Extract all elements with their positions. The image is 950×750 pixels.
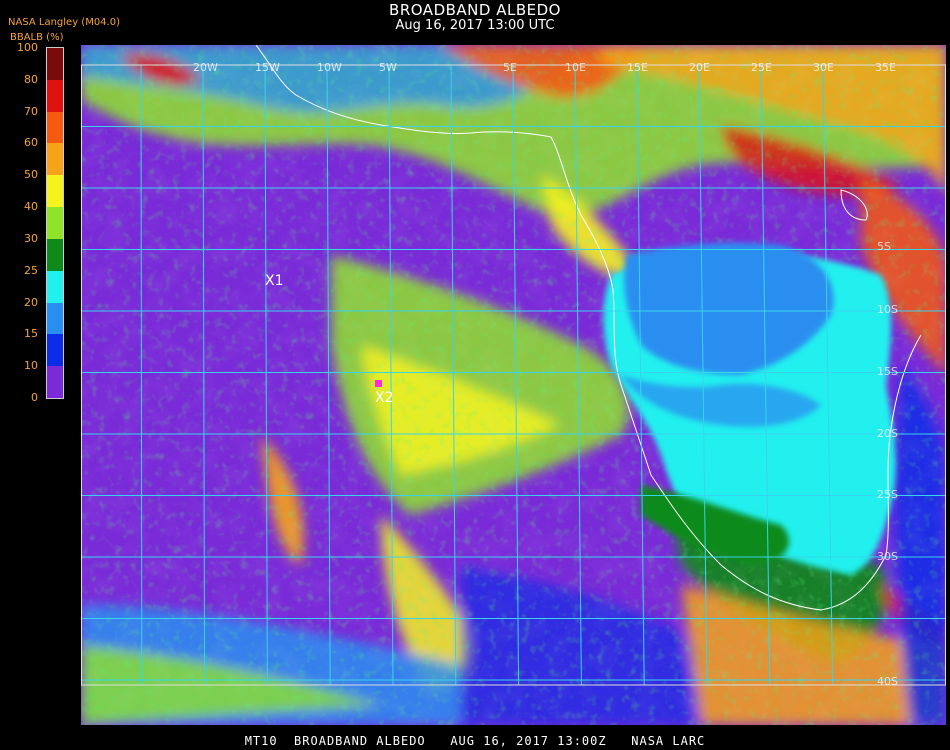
latitude-label: 25S xyxy=(877,488,898,501)
colorbar-tick-label: 25 xyxy=(24,263,38,277)
colorbar-tick-label: 80 xyxy=(24,72,38,86)
colorbar-tick-label: 40 xyxy=(24,200,38,214)
latitude-label: 10S xyxy=(877,303,898,316)
albedo-map[interactable]: 20W 15W 10W 5W 5E 10E 15E 20E 25E 30E 35E 5S 10S 15S… xyxy=(81,45,946,725)
marker-x2-point xyxy=(375,380,382,387)
latitude-label: 15S xyxy=(877,365,898,378)
colorbar-tick-label: 0 xyxy=(31,391,38,404)
colorbar-band xyxy=(47,334,63,367)
longitude-label: 15W xyxy=(255,61,280,74)
colorbar-tick-label: 60 xyxy=(24,136,38,150)
colorbar-tick-label: 10 xyxy=(24,359,38,373)
map-timestamp: Aug 16, 2017 13:00 UTC xyxy=(395,18,555,33)
longitude-label: 15E xyxy=(627,61,648,74)
longitude-label: 20W xyxy=(193,61,218,74)
albedo-map-canvas: 20W 15W 10W 5W 5E 10E 15E 20E 25E 30E 35E 5S 10S 15S… xyxy=(81,45,946,725)
colorbar-band xyxy=(47,270,63,304)
footer-caption: MT10 BROADBAND ALBEDO AUG 16, 2017 13:00… xyxy=(244,734,706,748)
marker-x2-label: X2 xyxy=(375,390,394,406)
producer-credit: NASA Langley (M04.0) xyxy=(8,17,120,28)
colorbar-band xyxy=(47,302,63,335)
colorbar-band xyxy=(47,111,63,144)
colorbar-band xyxy=(47,366,63,399)
colorbar-tick-label: 30 xyxy=(24,231,38,245)
colorbar-band xyxy=(47,207,63,240)
colorbar-tick-label: 70 xyxy=(24,104,38,118)
longitude-label: 25E xyxy=(751,61,772,74)
longitude-label: 5W xyxy=(379,61,397,74)
latitude-label: 30S xyxy=(877,550,898,563)
colorbar-band xyxy=(47,143,63,176)
marker-x1-label: X1 xyxy=(265,273,284,289)
colorbar-band xyxy=(47,238,63,272)
longitude-label: 5E xyxy=(503,61,517,74)
longitude-label: 10E xyxy=(565,61,586,74)
colorbar xyxy=(46,47,64,399)
longitude-label: 35E xyxy=(875,61,896,74)
map-title: BROADBAND ALBEDO xyxy=(389,1,561,19)
colorbar-band xyxy=(47,79,63,113)
colorbar-band xyxy=(47,175,63,208)
colorbar-tick-label: 100 xyxy=(17,41,38,54)
colorbar-tick-label: 20 xyxy=(24,295,38,309)
longitude-label: 20E xyxy=(689,61,710,74)
colorbar-band xyxy=(47,48,63,81)
marker-x1[interactable]: X1 xyxy=(265,273,284,289)
colorbar-tick-label: 15 xyxy=(24,327,38,341)
latitude-label: 40S xyxy=(877,675,898,688)
colorbar-tick-label: 50 xyxy=(24,168,38,182)
longitude-label: 30E xyxy=(813,61,834,74)
latitude-label: 20S xyxy=(877,427,898,440)
latitude-label: 5S xyxy=(877,240,891,253)
longitude-label: 10W xyxy=(317,61,342,74)
